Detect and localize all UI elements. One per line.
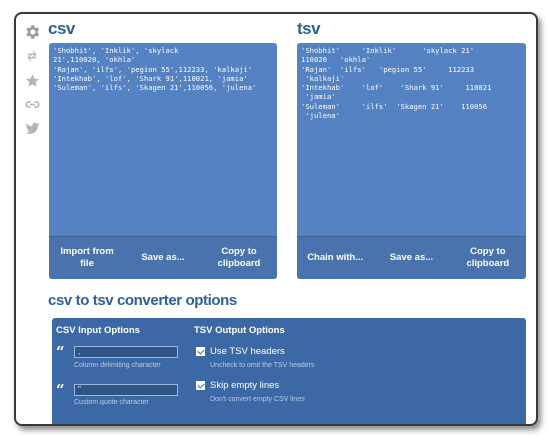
csv-panel-title: csv — [48, 19, 75, 38]
link-icon[interactable] — [22, 94, 42, 114]
csv-save-as-button[interactable]: Save as... — [125, 252, 201, 264]
chain-with-button[interactable]: Chain with... — [297, 252, 373, 264]
csv-input-options-heading: CSV Input Options — [56, 325, 140, 336]
quote-char-help: Custom quote character — [74, 399, 149, 406]
skip-empty-lines-help: Don't convert empty CSV lines — [210, 396, 305, 403]
tsv-copy-to-clipboard-button[interactable]: Copy to clipboard — [450, 246, 526, 270]
import-from-file-button[interactable]: Import from file — [49, 246, 125, 270]
csv-panel: 'Shobhit', 'Inklik', 'skylack 21',110020… — [49, 43, 277, 279]
tsv-output-options-heading: TSV Output Options — [194, 325, 285, 336]
use-tsv-headers-label: Use TSV headers — [210, 346, 285, 357]
csv-toolbar: Import from file Save as... Copy to clip… — [49, 236, 277, 279]
tsv-panel-title: tsv — [297, 19, 321, 38]
quote-char-input[interactable]: " — [74, 384, 178, 396]
skip-empty-lines-checkbox[interactable] — [196, 381, 205, 390]
quote-icon: “ — [56, 343, 65, 361]
tsv-panel: 'Shobhit' 'Inklik' 'skylack 21' 110020 '… — [297, 43, 526, 279]
swap-icon[interactable] — [22, 46, 42, 66]
tsv-toolbar: Chain with... Save as... Copy to clipboa… — [297, 236, 526, 279]
star-icon[interactable] — [22, 70, 42, 90]
delimiter-input[interactable]: , — [74, 346, 178, 358]
use-tsv-headers-checkbox[interactable] — [196, 347, 205, 356]
quote-icon: “ — [56, 381, 65, 399]
csv-copy-to-clipboard-button[interactable]: Copy to clipboard — [201, 246, 277, 270]
sidebar — [22, 22, 46, 142]
options-title: csv to tsv converter options — [48, 292, 237, 309]
csv-textarea[interactable]: 'Shobhit', 'Inklik', 'skylack 21',110020… — [53, 46, 273, 92]
delimiter-help: Column delimiting character — [74, 362, 161, 369]
options-panel: CSV Input Options TSV Output Options “ ,… — [52, 318, 526, 424]
gear-icon[interactable] — [22, 22, 42, 42]
app-window: csv 'Shobhit', 'Inklik', 'skylack 21',11… — [14, 12, 538, 426]
use-tsv-headers-help: Uncheck to omit the TSV headers — [210, 362, 315, 369]
twitter-icon[interactable] — [22, 118, 42, 138]
tsv-textarea[interactable]: 'Shobhit' 'Inklik' 'skylack 21' 110020 '… — [301, 46, 522, 120]
skip-empty-lines-label: Skip empty lines — [210, 380, 280, 391]
tsv-save-as-button[interactable]: Save as... — [373, 252, 449, 264]
